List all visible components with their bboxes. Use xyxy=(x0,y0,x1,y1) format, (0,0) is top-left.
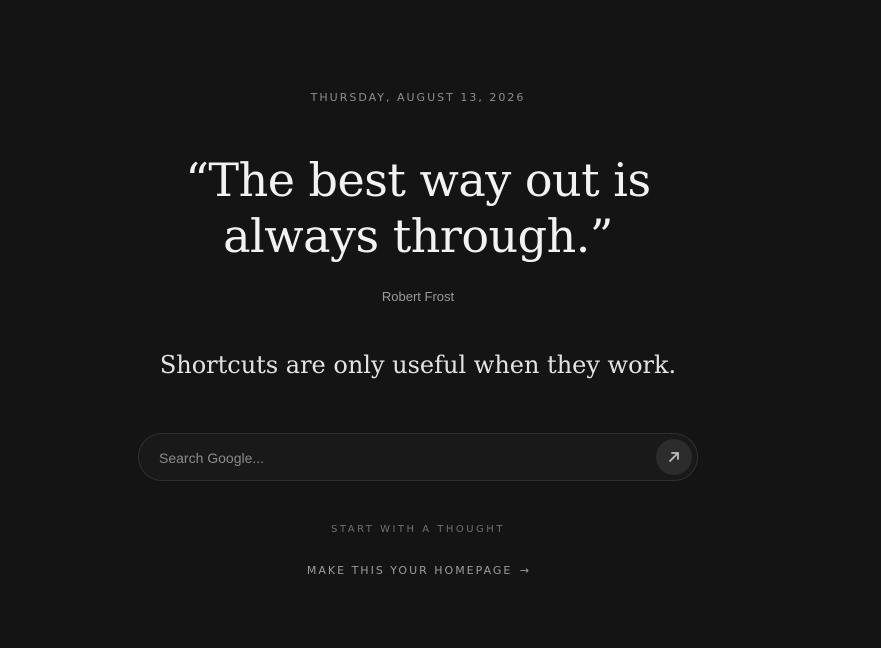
quote-text: “The best way out is always through.” xyxy=(185,153,651,263)
new-tab-page: THURSDAY, AUGUST 13, 2026 “The best way … xyxy=(0,0,836,648)
thought-prompt: START WITH A THOUGHT xyxy=(331,524,505,535)
current-date: THURSDAY, AUGUST 13, 2026 xyxy=(310,91,526,104)
make-homepage-link[interactable]: MAKE THIS YOUR HOMEPAGE → xyxy=(0,564,836,577)
quote-author: Robert Frost xyxy=(381,289,455,304)
search-input[interactable] xyxy=(157,434,641,482)
make-homepage-label: MAKE THIS YOUR HOMEPAGE xyxy=(306,564,513,577)
search-submit-button[interactable] xyxy=(656,439,692,475)
arrow-right-icon: → xyxy=(519,564,530,577)
arrow-up-right-icon xyxy=(669,452,679,462)
search-bar xyxy=(138,433,698,482)
tagline: Shortcuts are only useful when they work… xyxy=(159,351,677,379)
